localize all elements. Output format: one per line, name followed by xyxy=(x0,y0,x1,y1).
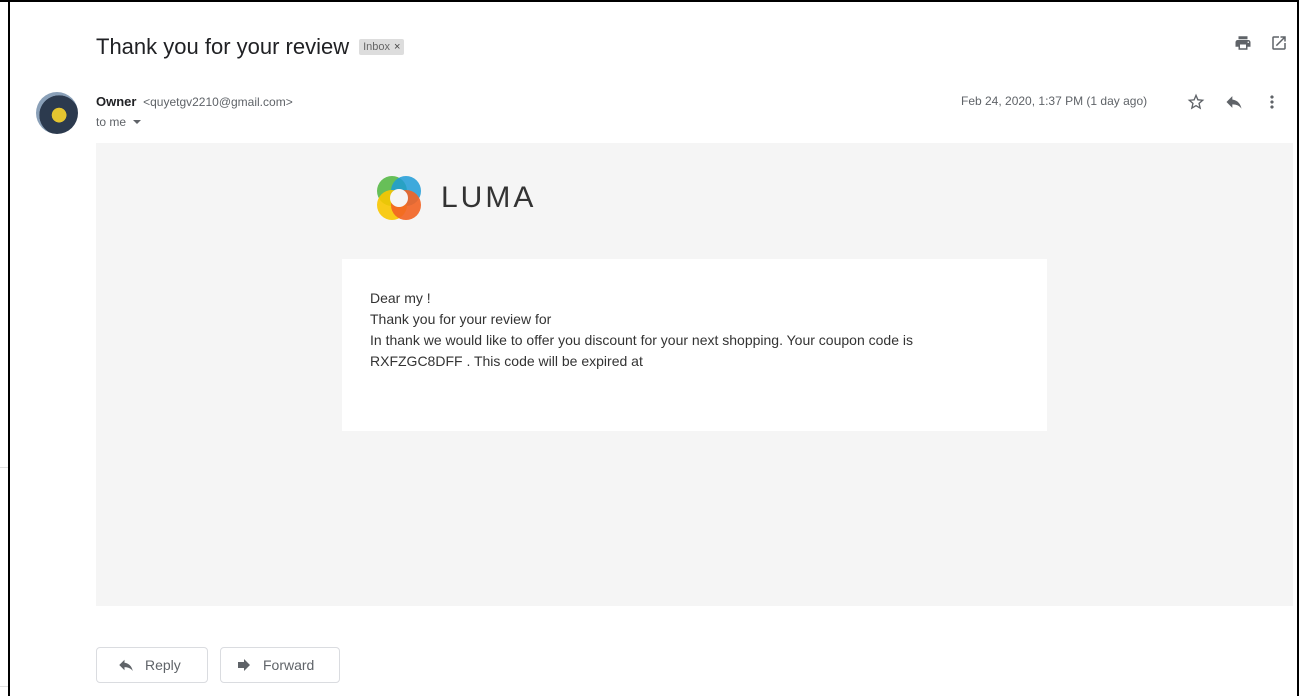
reply-icon xyxy=(119,659,133,671)
offer-line: In thank we would like to offer you disc… xyxy=(370,332,913,348)
divider xyxy=(0,686,8,687)
recipient-label: to me xyxy=(96,115,127,129)
frame-top-border xyxy=(0,0,1299,2)
sender-email: <quyetgv2210@gmail.com> xyxy=(143,95,293,109)
luma-logo: LUMA xyxy=(369,168,536,228)
recipient-details-toggle[interactable]: to me xyxy=(96,115,142,129)
sender-name[interactable]: Owner xyxy=(96,94,136,109)
sender-avatar[interactable] xyxy=(36,92,78,134)
message-card: Dear my ! Thank you for your review for … xyxy=(342,259,1047,431)
subject-row: Thank you for your review Inbox × xyxy=(96,30,405,64)
star-icon[interactable] xyxy=(1186,92,1206,112)
divider xyxy=(0,467,8,468)
reply-label: Reply xyxy=(145,657,181,673)
forward-label: Forward xyxy=(263,657,315,673)
email-date: Feb 24, 2020, 1:37 PM (1 day ago) xyxy=(961,94,1148,108)
thread-actions xyxy=(1233,33,1289,53)
email-subject: Thank you for your review xyxy=(96,34,350,59)
greeting-line: Dear my ! xyxy=(370,290,431,306)
more-vertical-icon[interactable] xyxy=(1262,92,1282,112)
reply-icon[interactable] xyxy=(1224,92,1244,112)
forward-button[interactable]: Forward xyxy=(220,647,340,683)
remove-label-icon[interactable]: × xyxy=(394,41,400,53)
frame-left-border xyxy=(8,0,10,696)
chevron-down-icon xyxy=(133,120,142,124)
inbox-label-chip[interactable]: Inbox × xyxy=(359,39,405,55)
logo-text: LUMA xyxy=(441,181,537,214)
luma-logo-icon xyxy=(377,176,421,220)
coupon-line: RXFZGC8DFF . This code will be expired a… xyxy=(370,353,643,369)
email-body: LUMA Dear my ! Thank you for your review… xyxy=(96,143,1293,606)
open-in-new-window-icon[interactable] xyxy=(1269,33,1289,53)
label-text: Inbox xyxy=(363,41,391,53)
print-icon[interactable] xyxy=(1233,33,1253,53)
thanks-line: Thank you for your review for xyxy=(370,311,552,327)
message-actions xyxy=(1186,92,1282,112)
reply-button[interactable]: Reply xyxy=(96,647,208,683)
forward-icon xyxy=(238,659,250,671)
message-text: Dear my ! Thank you for your review for … xyxy=(370,288,913,372)
sender-line: Owner <quyetgv2210@gmail.com> xyxy=(96,94,293,109)
